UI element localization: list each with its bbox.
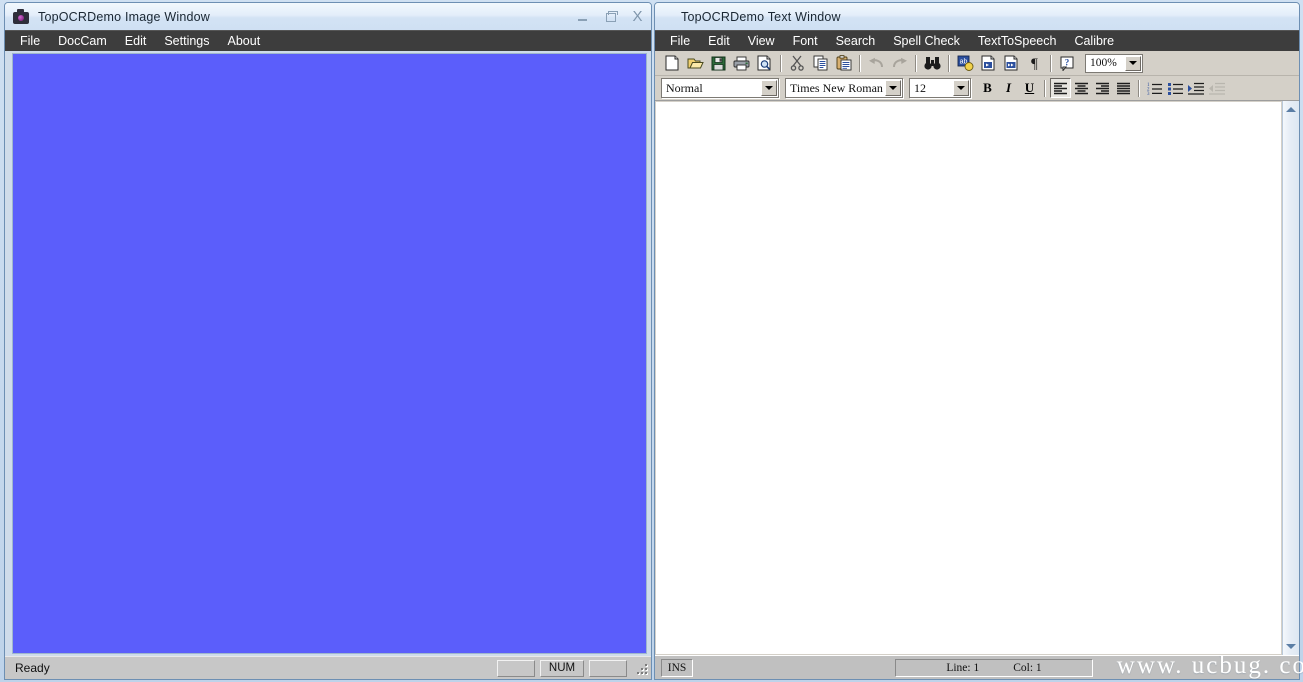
image-preview-canvas[interactable]: [12, 53, 647, 654]
chevron-down-icon[interactable]: [1125, 56, 1141, 71]
text-window-titlebar[interactable]: TopOCRDemo Text Window: [655, 3, 1299, 30]
italic-button[interactable]: I: [998, 78, 1019, 98]
menu-view[interactable]: View: [739, 32, 784, 50]
menu-font[interactable]: Font: [784, 32, 827, 50]
size-value: 12: [914, 81, 926, 96]
help-question-icon[interactable]: ?: [1056, 52, 1079, 74]
menu-about[interactable]: About: [219, 32, 270, 50]
size-combo[interactable]: 12: [909, 78, 971, 98]
format-toolbar: Normal Times New Roman 12 B I U: [655, 76, 1299, 101]
style-combo[interactable]: Normal: [661, 78, 779, 98]
copy-icon[interactable]: [809, 52, 832, 74]
toolbar-separator: [948, 55, 950, 72]
desktop-root: TopOCRDemo Image Window X File DocCam Ed…: [0, 0, 1303, 682]
svg-text:¶: ¶: [1031, 56, 1038, 71]
editor-container: [655, 101, 1299, 655]
print-preview-icon[interactable]: [753, 52, 776, 74]
svg-text:?: ?: [1065, 57, 1070, 67]
restore-button[interactable]: [603, 9, 618, 24]
find-binoculars-icon[interactable]: [921, 52, 944, 74]
menu-spell-check[interactable]: Spell Check: [884, 32, 969, 50]
vertical-scrollbar[interactable]: [1282, 101, 1299, 655]
align-center-icon[interactable]: [1071, 78, 1092, 98]
replace-icon[interactable]: ab: [954, 52, 977, 74]
text-window: TopOCRDemo Text Window File Edit View Fo…: [654, 2, 1300, 680]
image-canvas-container: [5, 51, 651, 656]
pilcrow-icon[interactable]: ¶: [1023, 52, 1046, 74]
menu-settings[interactable]: Settings: [155, 32, 218, 50]
image-window-menubar: File DocCam Edit Settings About: [5, 30, 651, 51]
align-justify-icon[interactable]: [1113, 78, 1134, 98]
numbered-list-icon[interactable]: 1 2 3: [1144, 78, 1165, 98]
image-window: TopOCRDemo Image Window X File DocCam Ed…: [4, 2, 652, 680]
line-label: Line: 1: [946, 662, 979, 674]
scroll-down-icon[interactable]: [1284, 639, 1299, 654]
text-editor-area[interactable]: [655, 101, 1282, 655]
chevron-down-icon[interactable]: [761, 80, 777, 96]
align-right-icon[interactable]: [1092, 78, 1113, 98]
menu-file[interactable]: File: [11, 32, 49, 50]
style-value: Normal: [666, 81, 703, 96]
menu-edit[interactable]: Edit: [116, 32, 156, 50]
open-folder-icon[interactable]: [684, 52, 707, 74]
resize-grip-icon[interactable]: [634, 661, 648, 675]
menu-search[interactable]: Search: [827, 32, 885, 50]
menu-calibre[interactable]: Calibre: [1065, 32, 1123, 50]
image-window-statusbar: Ready NUM: [5, 656, 651, 679]
increase-indent-icon[interactable]: [1186, 78, 1207, 98]
toolbar-separator: [1050, 55, 1052, 72]
zoom-combo[interactable]: 100%: [1085, 54, 1143, 73]
align-left-icon[interactable]: [1050, 78, 1071, 98]
font-value: Times New Roman: [790, 81, 883, 96]
page-read-all-icon[interactable]: [1000, 52, 1023, 74]
image-window-title: TopOCRDemo Image Window: [38, 10, 210, 24]
menu-edit[interactable]: Edit: [699, 32, 739, 50]
close-button[interactable]: X: [630, 9, 645, 24]
cut-scissors-icon[interactable]: [786, 52, 809, 74]
svg-text:3: 3: [1147, 91, 1150, 94]
status-pane-3: [589, 660, 627, 677]
toolbar-separator: [780, 55, 782, 72]
text-window-title: TopOCRDemo Text Window: [681, 10, 841, 24]
minimize-button[interactable]: [576, 9, 591, 24]
camera-icon: [13, 9, 29, 25]
zoom-value: 100%: [1090, 57, 1117, 69]
print-icon[interactable]: [730, 52, 753, 74]
text-window-menubar: File Edit View Font Search Spell Check T…: [655, 30, 1299, 51]
main-toolbar: ab: [655, 51, 1299, 76]
menu-doccam[interactable]: DocCam: [49, 32, 116, 50]
bold-button[interactable]: B: [977, 78, 998, 98]
toolbar-separator: [859, 55, 861, 72]
text-window-statusbar: INS Line: 1 Col: 1: [655, 655, 1299, 679]
chevron-down-icon[interactable]: [885, 80, 901, 96]
col-label: Col: 1: [1013, 662, 1041, 674]
page-read-start-icon[interactable]: [977, 52, 1000, 74]
underline-button[interactable]: U: [1019, 78, 1040, 98]
status-pane-1: [497, 660, 535, 677]
scroll-up-icon[interactable]: [1284, 102, 1299, 117]
toolbar-separator: [1044, 80, 1046, 97]
undo-arrow-icon[interactable]: [865, 52, 888, 74]
bulleted-list-icon[interactable]: [1165, 78, 1186, 98]
font-combo[interactable]: Times New Roman: [785, 78, 903, 98]
redo-arrow-icon[interactable]: [888, 52, 911, 74]
image-window-controls: X: [576, 3, 645, 30]
new-file-icon[interactable]: [661, 52, 684, 74]
save-disk-icon[interactable]: [707, 52, 730, 74]
status-message: Ready: [15, 661, 50, 675]
status-pane-num: NUM: [540, 660, 584, 677]
chevron-down-icon[interactable]: [953, 80, 969, 96]
line-col-indicator: Line: 1 Col: 1: [895, 659, 1093, 677]
toolbar-separator: [1138, 80, 1140, 97]
paste-clipboard-icon[interactable]: [832, 52, 855, 74]
image-window-titlebar[interactable]: TopOCRDemo Image Window X: [5, 3, 651, 30]
toolbar-separator: [915, 55, 917, 72]
insert-mode-indicator: INS: [661, 659, 693, 677]
menu-file[interactable]: File: [661, 32, 699, 50]
decrease-indent-icon[interactable]: [1207, 78, 1228, 98]
menu-text-to-speech[interactable]: TextToSpeech: [969, 32, 1066, 50]
